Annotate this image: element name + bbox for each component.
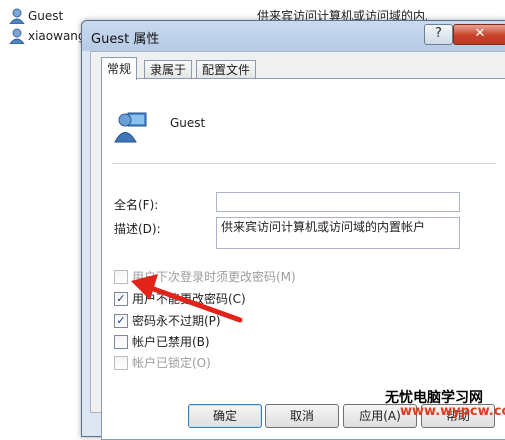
tab-general[interactable]: 常规	[101, 57, 138, 80]
properties-dialog: Guest 属性 ? ✕ 常规 隶属于 配置文件 Guest 全名(F): 描述…	[81, 20, 505, 440]
tab-profile[interactable]: 配置文件	[196, 60, 257, 79]
user-account-icon	[114, 112, 147, 143]
checkbox-label: 帐户已禁用(B)	[132, 335, 210, 349]
checkmark-icon: ✓	[114, 314, 128, 328]
list-row-clipped	[0, 0, 505, 2]
checkbox-label: 用户下次登录时须更改密码(M)	[132, 270, 296, 284]
user-account-icon	[9, 8, 25, 24]
dialog-body: 常规 隶属于 配置文件 Guest 全名(F): 描述(D): 供来宾访问计算机…	[90, 51, 505, 440]
tab-member-of[interactable]: 隶属于	[144, 60, 193, 79]
watermark-url: www.wypcw.com	[400, 404, 505, 419]
checkbox-label: 用户不能更改密码(C)	[132, 292, 246, 306]
checkbox-box	[114, 335, 128, 349]
close-button[interactable]: ✕	[453, 24, 505, 45]
ok-button[interactable]: 确定	[188, 404, 262, 428]
cancel-button[interactable]: 取消	[265, 404, 339, 428]
list-item-name: Guest	[28, 9, 64, 23]
dialog-title: Guest 属性	[91, 32, 160, 47]
list-item-name: xiaowang	[28, 29, 86, 43]
help-title-button[interactable]: ?	[424, 24, 453, 45]
checkbox-label: 帐户已锁定(O)	[132, 356, 211, 370]
general-panel: Guest 全名(F): 描述(D): 供来宾访问计算机或访问域的内置帐户 用户…	[101, 78, 505, 440]
dialog-titlebar[interactable]: Guest 属性 ? ✕	[82, 21, 505, 51]
user-name-label: Guest	[170, 116, 206, 130]
checkbox-box	[114, 356, 128, 370]
description-field[interactable]: 供来宾访问计算机或访问域的内置帐户	[216, 217, 460, 249]
fullname-label: 全名(F):	[114, 198, 159, 212]
checkbox-label: 密码永不过期(P)	[132, 314, 221, 328]
checkbox-box	[114, 270, 128, 284]
divider	[112, 163, 496, 164]
checkmark-icon: ✓	[114, 292, 128, 306]
user-account-icon	[9, 28, 25, 44]
fullname-field[interactable]	[216, 192, 460, 212]
description-label: 描述(D):	[114, 222, 161, 236]
